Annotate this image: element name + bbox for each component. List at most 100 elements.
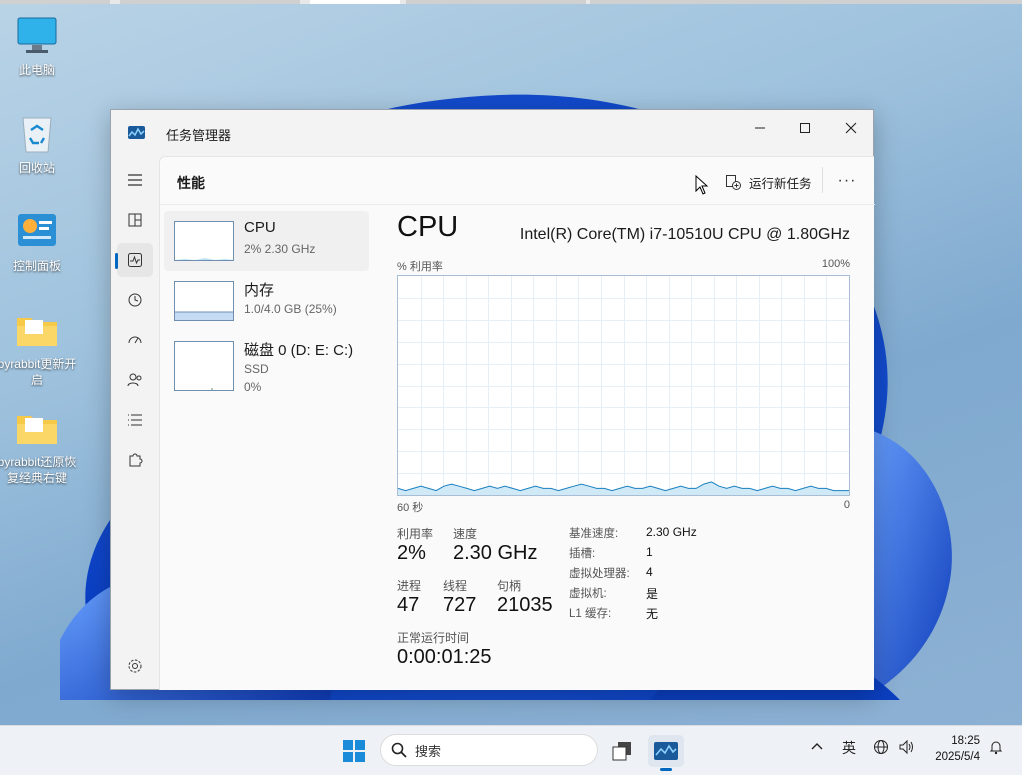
folder-icon bbox=[15, 406, 59, 450]
network-button[interactable] bbox=[873, 739, 889, 758]
task-manager-app-icon bbox=[128, 126, 145, 139]
nav-performance[interactable] bbox=[115, 243, 153, 277]
globe-icon bbox=[874, 740, 888, 754]
disk-type: SSD bbox=[244, 362, 269, 376]
desktop-icon-label: 回收站 bbox=[18, 161, 55, 175]
hamburger-menu-button[interactable] bbox=[117, 163, 153, 197]
perf-item-memory[interactable]: 内存 1.0/4.0 GB (25%) bbox=[164, 271, 369, 331]
close-icon bbox=[845, 122, 857, 134]
mouse-cursor-icon bbox=[695, 175, 709, 195]
page-title: 性能 bbox=[177, 175, 205, 191]
utilization-label: 利用率 bbox=[397, 527, 434, 541]
disk-usage: 0% bbox=[244, 380, 262, 394]
details-list-icon bbox=[128, 414, 142, 426]
perf-item-name: 内存 bbox=[244, 282, 275, 299]
history-icon bbox=[128, 293, 142, 307]
nav-users[interactable] bbox=[117, 363, 153, 397]
processes-value: 47 bbox=[397, 594, 420, 616]
nav-processes[interactable] bbox=[117, 203, 153, 237]
task-view-button[interactable] bbox=[604, 735, 640, 767]
gear-icon bbox=[128, 659, 142, 673]
system-clock[interactable]: 18:25 2025/5/4 bbox=[935, 733, 980, 765]
threads-label: 线程 bbox=[443, 579, 468, 593]
virtual-processors-value: 4 bbox=[646, 565, 653, 579]
nav-app-history[interactable] bbox=[117, 283, 153, 317]
memory-thumbnail-graph bbox=[174, 281, 234, 321]
notifications-button[interactable] bbox=[988, 739, 1004, 758]
graph-label-time-zero: 0 bbox=[843, 499, 850, 511]
nav-settings[interactable] bbox=[117, 649, 153, 683]
header-divider bbox=[822, 167, 823, 193]
startup-gauge-icon bbox=[128, 336, 142, 344]
recycle-bin-icon bbox=[15, 112, 59, 156]
clock-date: 2025/5/4 bbox=[935, 751, 980, 763]
clock-time: 18:25 bbox=[951, 735, 980, 747]
processes-label: 进程 bbox=[397, 579, 422, 593]
hamburger-icon bbox=[128, 174, 142, 186]
page-header: 性能 运行新任务 ··· bbox=[160, 157, 875, 205]
perf-item-sub: SSD 0% bbox=[244, 360, 269, 396]
perf-item-disk[interactable]: 磁盘 0 (D: E: C:) SSD 0% bbox=[164, 331, 369, 401]
top-window-strip bbox=[0, 0, 1022, 4]
desktop-icon-byrabbit-restore[interactable]: byrabbit还原恢复经典右键 bbox=[0, 406, 77, 486]
minimize-button[interactable] bbox=[738, 114, 782, 142]
l1-cache-value: 无 bbox=[646, 607, 659, 621]
sockets-label: 插槽: bbox=[569, 548, 596, 560]
minimize-icon bbox=[755, 127, 765, 129]
content-pane: 性能 运行新任务 ··· CPU 2% 2.30 GHz 内存 1.0/4.0 … bbox=[159, 156, 875, 690]
uptime-label: 正常运行时间 bbox=[397, 631, 470, 645]
new-task-icon bbox=[726, 175, 741, 190]
taskbar-task-manager[interactable] bbox=[648, 735, 684, 771]
nav-details[interactable] bbox=[117, 403, 153, 437]
threads-value: 727 bbox=[443, 594, 477, 616]
users-icon bbox=[127, 373, 142, 387]
maximize-button[interactable] bbox=[783, 114, 827, 142]
search-icon bbox=[391, 742, 407, 758]
cpu-utilization-chart bbox=[397, 276, 849, 495]
sockets-value: 1 bbox=[646, 545, 653, 559]
show-hidden-icons-button[interactable] bbox=[810, 739, 824, 756]
more-options-button[interactable]: ··· bbox=[832, 169, 862, 193]
graph-label-time-span: 60 秒 bbox=[397, 502, 424, 514]
run-new-task-button[interactable]: 运行新任务 bbox=[725, 170, 812, 194]
cpu-heading: CPU bbox=[397, 211, 459, 243]
performance-icon bbox=[128, 253, 142, 267]
utilization-value: 2% bbox=[397, 542, 426, 564]
l1-cache-label: L1 缓存: bbox=[569, 608, 612, 620]
processes-icon bbox=[128, 213, 142, 227]
task-manager-window: 任务管理器 性能 运行新任务 ··· CPU 2% 2.30 GHz 内存 1.… bbox=[110, 109, 875, 690]
handles-value: 21035 bbox=[497, 594, 553, 616]
perf-item-cpu[interactable]: CPU 2% 2.30 GHz bbox=[164, 211, 369, 271]
handles-label: 句柄 bbox=[497, 579, 522, 593]
desktop-icon-control-panel[interactable]: 控制面板 bbox=[0, 210, 77, 274]
title-bar[interactable]: 任务管理器 bbox=[111, 110, 873, 156]
window-title: 任务管理器 bbox=[166, 128, 232, 143]
running-indicator bbox=[660, 768, 672, 771]
desktop-icon-recycle-bin[interactable]: 回收站 bbox=[0, 112, 77, 176]
nav-startup-apps[interactable] bbox=[117, 323, 153, 357]
taskbar-search-box[interactable]: 搜索 bbox=[380, 734, 598, 766]
desktop-icon-label: 此电脑 bbox=[18, 63, 55, 77]
cpu-model-name: Intel(R) Core(TM) i7-10510U CPU @ 1.80GH… bbox=[519, 226, 850, 243]
virtual-machine-label: 虚拟机: bbox=[569, 588, 607, 600]
windows-logo-icon bbox=[343, 740, 365, 762]
search-placeholder: 搜索 bbox=[415, 743, 442, 759]
desktop-icon-byrabbit-update[interactable]: byrabbit更新开启 bbox=[0, 308, 77, 388]
graph-label-max: 100% bbox=[821, 258, 850, 270]
task-view-icon bbox=[612, 742, 631, 761]
base-speed-label: 基准速度: bbox=[569, 528, 619, 540]
desktop-icon-label: 控制面板 bbox=[12, 259, 61, 273]
desktop-icon-label: byrabbit更新开启 bbox=[0, 357, 77, 387]
input-method-indicator[interactable]: 英 bbox=[842, 738, 856, 758]
speed-label: 速度 bbox=[453, 527, 478, 541]
monitor-icon bbox=[15, 14, 59, 58]
perf-item-name: 磁盘 0 (D: E: C:) bbox=[244, 342, 354, 359]
maximize-icon bbox=[800, 123, 810, 133]
close-button[interactable] bbox=[829, 114, 873, 142]
run-new-task-label: 运行新任务 bbox=[749, 176, 812, 191]
speaker-icon bbox=[899, 739, 913, 755]
desktop-icon-this-pc[interactable]: 此电脑 bbox=[0, 14, 77, 78]
nav-services[interactable] bbox=[117, 443, 153, 477]
start-button[interactable] bbox=[336, 735, 372, 767]
volume-button[interactable] bbox=[898, 739, 916, 758]
